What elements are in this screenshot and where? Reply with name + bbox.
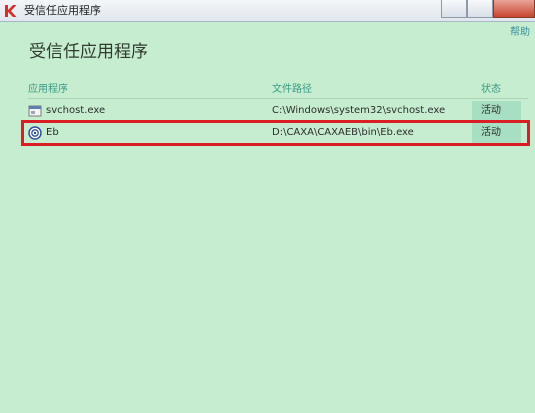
- window-title: 受信任应用程序: [24, 4, 101, 17]
- exe-file-icon: [28, 105, 42, 117]
- help-link[interactable]: 帮助: [510, 27, 530, 39]
- minimize-button[interactable]: [441, 0, 467, 18]
- kaspersky-k-icon: [5, 5, 17, 17]
- column-header-status[interactable]: 状态: [481, 84, 501, 96]
- window-controls: [441, 0, 535, 18]
- app-name: svchost.exe: [46, 105, 106, 116]
- page-title: 受信任应用程序: [29, 42, 148, 62]
- table-row[interactable]: svchost.exe C:\Windows\system32\svchost.…: [24, 101, 530, 121]
- column-header-file-path[interactable]: 文件路径: [272, 84, 312, 96]
- close-button[interactable]: [493, 0, 535, 18]
- status-badge[interactable]: 活动: [472, 101, 521, 121]
- highlight-box: [21, 120, 530, 146]
- header-divider: [28, 98, 528, 99]
- title-bar: 受信任应用程序: [0, 0, 535, 22]
- maximize-button[interactable]: [467, 0, 493, 18]
- file-path: C:\Windows\system32\svchost.exe: [272, 105, 446, 116]
- column-header-application[interactable]: 应用程序: [28, 84, 68, 96]
